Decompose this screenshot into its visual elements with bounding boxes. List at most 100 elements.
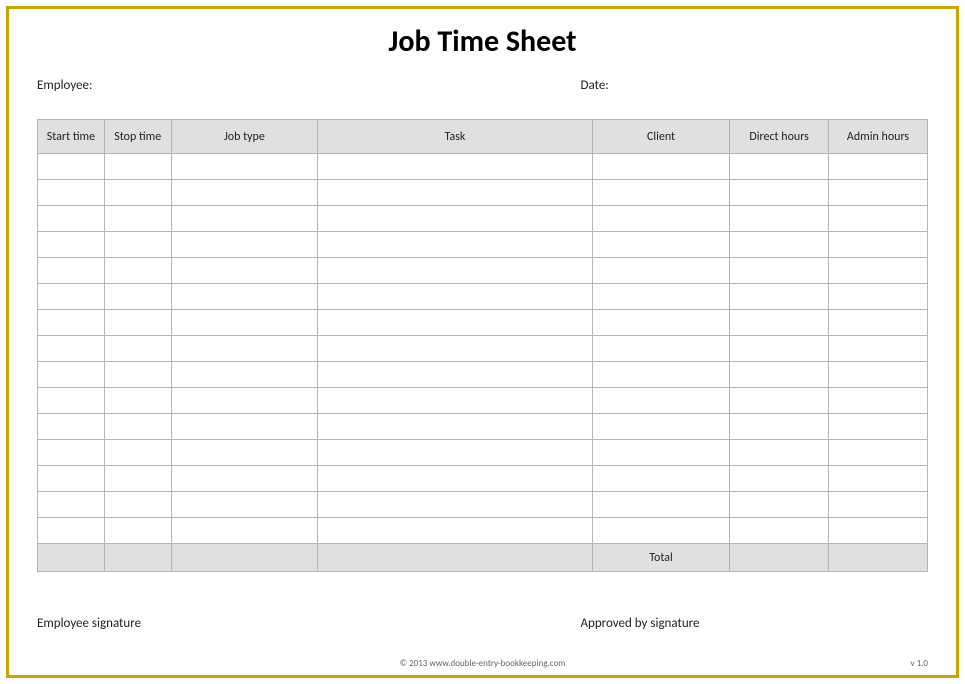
table-cell [592,180,729,206]
table-cell [171,466,317,492]
table-cell [171,258,317,284]
table-cell [730,206,829,232]
table-cell [318,258,593,284]
table-cell [171,310,317,336]
col-header-stop: Stop time [104,120,171,154]
table-cell [318,388,593,414]
table-cell [592,284,729,310]
table-cell [38,232,105,258]
table-cell [592,518,729,544]
table-cell [38,206,105,232]
table-row [38,154,928,180]
table-cell [38,336,105,362]
table-cell [592,206,729,232]
employee-signature-label: Employee signature [37,616,581,631]
info-row: Employee: Date: [37,78,928,93]
table-row [38,284,928,310]
table-cell [730,362,829,388]
table-cell [829,466,928,492]
table-cell [730,336,829,362]
table-cell [171,180,317,206]
table-cell [829,336,928,362]
table-cell [829,206,928,232]
table-cell [104,414,171,440]
table-cell [38,258,105,284]
total-direct-cell [730,544,829,572]
table-cell [104,518,171,544]
table-cell [829,440,928,466]
table-cell [592,154,729,180]
table-cell [104,180,171,206]
col-header-admin: Admin hours [829,120,928,154]
table-cell [829,492,928,518]
table-cell [592,466,729,492]
table-cell [829,518,928,544]
table-cell [592,414,729,440]
table-cell [171,414,317,440]
footer-copyright: © 2013 www.double-entry-bookkeeping.com [37,658,928,669]
table-cell [104,388,171,414]
table-cell [104,284,171,310]
table-cell [318,362,593,388]
table-cell [104,492,171,518]
table-cell [171,492,317,518]
total-cell-blank [38,544,105,572]
table-cell [730,180,829,206]
col-header-task: Task [318,120,593,154]
table-cell [171,336,317,362]
table-cell [318,154,593,180]
table-cell [592,362,729,388]
table-cell [171,284,317,310]
table-cell [829,154,928,180]
table-cell [104,362,171,388]
signature-row: Employee signature Approved by signature [37,616,928,631]
table-cell [171,362,317,388]
footer: © 2013 www.double-entry-bookkeeping.com … [37,658,928,669]
table-cell [171,518,317,544]
table-cell [171,232,317,258]
table-header-row: Start time Stop time Job type Task Clien… [38,120,928,154]
document-frame: Job Time Sheet Employee: Date: Start tim… [6,6,959,678]
table-cell [730,518,829,544]
table-cell [38,388,105,414]
table-cell [38,154,105,180]
table-cell [318,440,593,466]
table-cell [104,310,171,336]
table-cell [730,440,829,466]
table-row [38,336,928,362]
table-cell [829,414,928,440]
col-header-start: Start time [38,120,105,154]
total-cell-blank [171,544,317,572]
table-cell [829,388,928,414]
table-cell [38,440,105,466]
table-cell [104,206,171,232]
table-cell [730,492,829,518]
table-cell [730,388,829,414]
table-cell [38,518,105,544]
table-cell [318,284,593,310]
table-cell [730,310,829,336]
table-cell [104,232,171,258]
table-cell [730,414,829,440]
table-cell [318,414,593,440]
table-cell [104,336,171,362]
table-row [38,492,928,518]
table-cell [318,206,593,232]
table-row [38,232,928,258]
col-header-client: Client [592,120,729,154]
table-row [38,258,928,284]
table-cell [592,310,729,336]
table-cell [104,440,171,466]
table-cell [592,258,729,284]
table-cell [730,258,829,284]
approved-signature-label: Approved by signature [581,616,928,631]
table-cell [171,154,317,180]
total-label-cell: Total [592,544,729,572]
table-row [38,206,928,232]
timesheet-table: Start time Stop time Job type Task Clien… [37,119,928,572]
table-row [38,310,928,336]
table-cell [829,258,928,284]
table-cell [592,232,729,258]
table-row [38,180,928,206]
table-cell [38,362,105,388]
